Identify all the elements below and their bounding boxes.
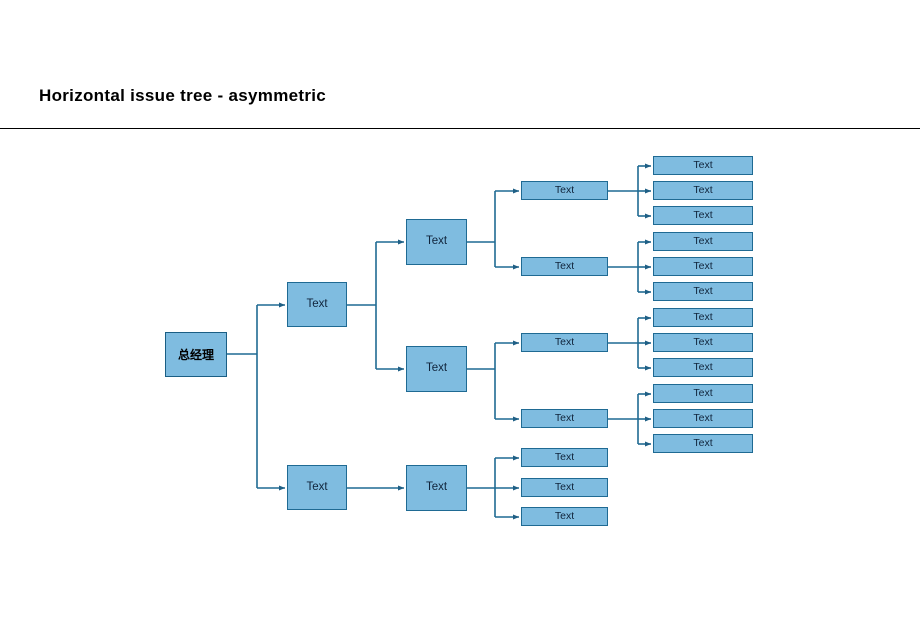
page-title: Horizontal issue tree - asymmetric (39, 86, 327, 105)
node-level2-2[interactable]: Text (287, 465, 347, 510)
node-level3-2-label: Text (425, 362, 448, 375)
node-level5-3[interactable]: Text (653, 206, 753, 225)
node-level5-8-label: Text (693, 336, 713, 349)
node-level2-2-label: Text (306, 480, 328, 493)
node-level5-9[interactable]: Text (653, 358, 753, 377)
node-level4-6-label: Text (554, 481, 575, 494)
node-level5-7[interactable]: Text (653, 308, 753, 327)
node-level5-4-label: Text (693, 235, 713, 248)
node-level3-3[interactable]: Text (406, 465, 467, 511)
issue-tree-diagram: 总经理 Text Text Text Text Text Text Text T… (0, 129, 920, 636)
node-level5-2-label: Text (693, 184, 713, 197)
node-level4-2-label: Text (554, 260, 575, 273)
node-level5-2[interactable]: Text (653, 181, 753, 200)
node-level4-5-label: Text (554, 451, 575, 464)
node-level4-7[interactable]: Text (521, 507, 608, 526)
node-level3-1-label: Text (425, 235, 448, 248)
node-level5-11-label: Text (693, 412, 713, 425)
node-level5-10[interactable]: Text (653, 384, 753, 403)
node-level4-2[interactable]: Text (521, 257, 608, 276)
node-level5-8[interactable]: Text (653, 333, 753, 352)
node-level3-2[interactable]: Text (406, 346, 467, 392)
node-level4-1-label: Text (554, 184, 575, 197)
node-level5-6-label: Text (693, 285, 713, 298)
slide-page: Horizontal issue tree - asymmetric 总经理 T… (0, 0, 920, 636)
node-level5-4[interactable]: Text (653, 232, 753, 251)
node-level4-5[interactable]: Text (521, 448, 608, 467)
node-level4-4-label: Text (554, 412, 575, 425)
node-level5-1-label: Text (693, 159, 713, 172)
node-level2-1-label: Text (306, 297, 328, 310)
node-level4-6[interactable]: Text (521, 478, 608, 497)
node-level5-10-label: Text (693, 387, 713, 400)
node-level5-11[interactable]: Text (653, 409, 753, 428)
node-level4-3[interactable]: Text (521, 333, 608, 352)
node-level5-5-label: Text (693, 260, 713, 273)
node-level5-6[interactable]: Text (653, 282, 753, 301)
node-level2-1[interactable]: Text (287, 282, 347, 327)
node-level4-4[interactable]: Text (521, 409, 608, 428)
node-level5-5[interactable]: Text (653, 257, 753, 276)
node-level3-1[interactable]: Text (406, 219, 467, 265)
node-level4-3-label: Text (554, 336, 575, 349)
node-level5-1[interactable]: Text (653, 156, 753, 175)
node-level3-3-label: Text (425, 481, 448, 494)
node-level5-3-label: Text (693, 209, 713, 222)
node-root-label: 总经理 (177, 347, 214, 362)
node-level5-9-label: Text (693, 361, 713, 374)
node-level4-1[interactable]: Text (521, 181, 608, 200)
node-level4-7-label: Text (554, 510, 575, 523)
slide-header: Horizontal issue tree - asymmetric (0, 0, 920, 129)
node-level5-12-label: Text (693, 437, 713, 450)
node-level5-12[interactable]: Text (653, 434, 753, 453)
node-level5-7-label: Text (693, 311, 713, 324)
node-root[interactable]: 总经理 (165, 332, 227, 377)
